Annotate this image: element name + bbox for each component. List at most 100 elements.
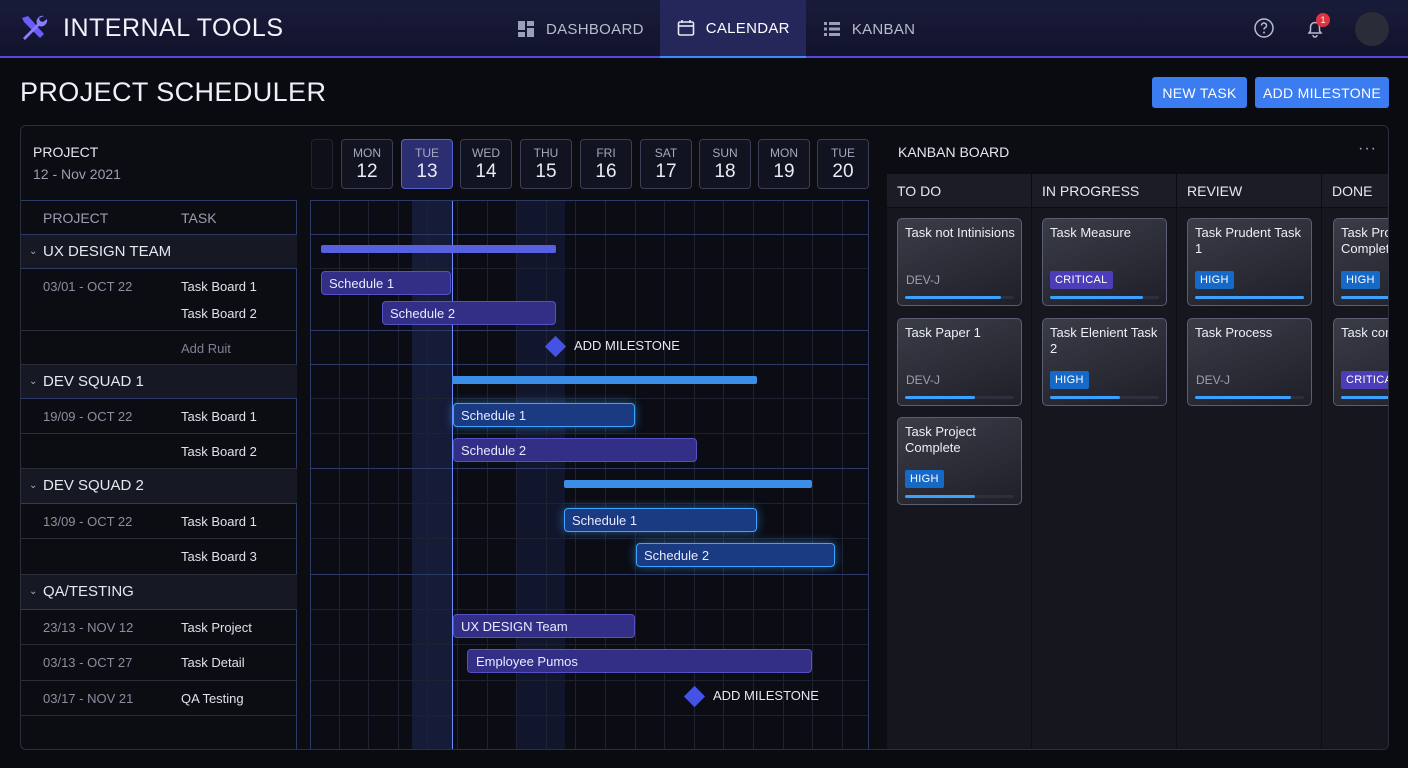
day-chip[interactable]: WED 14 (460, 139, 512, 189)
priority-badge: HIGH (1050, 371, 1089, 389)
new-task-button[interactable]: NEW TASK (1152, 77, 1247, 108)
day-chip[interactable]: TUE 20 (817, 139, 869, 189)
schedule-bar[interactable]: Employee Pumos (467, 649, 812, 673)
schedule-bar[interactable]: UX DESIGN Team (453, 614, 635, 638)
table-row[interactable]: Task Board 2 (21, 434, 297, 469)
gantt-chart: Schedule 1 Schedule 2 ADD MILESTONE Sche… (310, 200, 869, 749)
app-title: INTERNAL TOOLS (63, 14, 284, 42)
card-title: Task Project Complete (905, 424, 976, 455)
table-row[interactable]: 03/01 - OCT 22 Task Board 1 Task Board 2 (21, 269, 297, 331)
scheduler-panel: PROJECT 12 - Nov 2021 MON 12 TUE 13 WED 14 … (20, 125, 1389, 750)
kanban-column-todo: TO DO Task not Intinisions DEV-J Task Pap… (887, 174, 1031, 749)
card-title: Task con Task 3 (1341, 325, 1388, 340)
top-bar: INTERNAL TOOLS DASHBOARD CALENDAR KANBAN… (0, 0, 1408, 58)
kanban-card[interactable]: Task Elenient Task 2 HIGH (1042, 318, 1167, 406)
list-icon (823, 22, 840, 36)
milestone-diamond-icon[interactable] (683, 685, 706, 708)
progress-bar (1341, 396, 1388, 399)
table-row[interactable]: 13/09 - OCT 22 Task Board 1 (21, 504, 297, 539)
day-name: MON (353, 146, 381, 160)
tab-calendar-label: CALENDAR (705, 19, 790, 37)
table-row[interactable]: Task Board 3 (21, 539, 297, 575)
day-chip-today[interactable]: TUE 13 (401, 139, 453, 189)
kanban-card[interactable]: Task Process DEV-J (1187, 318, 1312, 406)
help-icon[interactable] (1253, 17, 1275, 39)
table-row[interactable]: 23/13 - NOV 12 Task Project (21, 610, 297, 645)
kanban-column-review: REVIEW Task Prudent Task 1 HIGH Task Proc… (1177, 174, 1321, 749)
kanban-card[interactable]: Task Measure CRITICAL (1042, 218, 1167, 306)
milestone-label[interactable]: ADD MILESTONE (713, 688, 819, 703)
schedule-bar[interactable]: Schedule 2 (453, 438, 697, 462)
priority-badge: HIGH (1341, 271, 1380, 289)
day-name: MON (770, 146, 798, 160)
day-chip[interactable]: SAT 17 (640, 139, 692, 189)
day-number: 14 (475, 161, 497, 182)
group-row[interactable]: ⌄ DEV SQUAD 2 (21, 469, 297, 504)
chevron-down-icon[interactable]: ⌄ (29, 246, 37, 257)
progress-bar (905, 495, 1014, 498)
schedule-bar[interactable]: Schedule 2 (382, 301, 556, 325)
column-title: IN PROGRESS (1032, 174, 1176, 208)
day-chip[interactable]: FRI 16 (580, 139, 632, 189)
day-number: 19 (773, 161, 795, 182)
group-summary-bracket (564, 480, 812, 488)
kanban-card[interactable]: Task Project Complete HIGH (1333, 218, 1388, 306)
task-table: PROJECT TASK ⌄ UX DESIGN TEAM 03/01 - OCT… (21, 200, 297, 749)
chevron-down-icon[interactable]: ⌄ (29, 480, 37, 491)
day-chip-previous[interactable] (311, 139, 333, 189)
day-name: SUN (712, 146, 738, 160)
day-chip[interactable]: THU 15 (520, 139, 572, 189)
kanban-column-done: DONE Task Project Complete HIGH Task con … (1322, 174, 1388, 749)
page-title: PROJECT SCHEDULER (20, 77, 327, 107)
progress-bar (1195, 396, 1304, 399)
tools-logo-icon (22, 15, 48, 41)
schedule-bar[interactable]: Schedule 2 (636, 543, 835, 567)
group-row[interactable]: ⌄ UX DESIGN TEAM (21, 235, 297, 269)
day-name: TUE (415, 146, 439, 160)
schedule-bar[interactable]: Schedule 1 (453, 403, 635, 427)
card-assignee: DEV-J (906, 373, 941, 387)
day-number: 20 (832, 161, 854, 182)
tab-kanban[interactable]: KANBAN (806, 0, 932, 58)
chevron-down-icon[interactable]: ⌄ (29, 586, 37, 597)
table-row[interactable]: 19/09 - OCT 22 Task Board 1 (21, 399, 297, 434)
day-chip[interactable]: SUN 18 (699, 139, 751, 189)
tab-dashboard[interactable]: DASHBOARD (500, 0, 660, 58)
more-options-icon[interactable]: ··· (1358, 140, 1377, 158)
kanban-column-in-progress: IN PROGRESS Task Measure CRITICAL Task El… (1032, 174, 1176, 749)
current-time-line (452, 201, 453, 749)
kanban-card[interactable]: Task not Intinisions DEV-J (897, 218, 1022, 306)
kanban-card[interactable]: Task Project Complete HIGH (897, 417, 1022, 505)
column-title: TO DO (887, 174, 1031, 208)
day-chip[interactable]: MON 19 (758, 139, 810, 189)
card-title: Task Prudent Task 1 (1195, 225, 1301, 256)
kanban-card[interactable]: Task Paper 1 DEV-J (897, 318, 1022, 406)
group-summary-bracket (452, 376, 757, 384)
tab-dashboard-label: DASHBOARD (546, 20, 644, 38)
table-row[interactable]: 03/13 - OCT 27 Task Detail (21, 645, 297, 681)
avatar[interactable] (1355, 12, 1389, 46)
chevron-down-icon[interactable]: ⌄ (29, 376, 37, 387)
day-chip[interactable]: MON 12 (341, 139, 393, 189)
kanban-card[interactable]: Task con Task 3 CRITICAL (1333, 318, 1388, 406)
group-row[interactable]: ⌄ DEV SQUAD 1 (21, 365, 297, 399)
schedule-bar[interactable]: Schedule 1 (321, 271, 451, 295)
group-row[interactable]: ⌄ QA/TESTING (21, 575, 297, 610)
group-summary-bracket (321, 245, 556, 253)
priority-badge: CRITICAL (1341, 371, 1388, 389)
kanban-card[interactable]: Task Prudent Task 1 HIGH (1187, 218, 1312, 306)
milestone-label[interactable]: ADD MILESTONE (574, 338, 680, 353)
progress-bar (1195, 296, 1304, 299)
day-number: 15 (535, 161, 557, 182)
tab-calendar[interactable]: CALENDAR (659, 0, 806, 58)
day-name: TUE (831, 146, 855, 160)
schedule-bar[interactable]: Schedule 1 (564, 508, 757, 532)
table-row[interactable]: 03/17 - NOV 21 QA Testing (21, 681, 297, 716)
add-milestone-button[interactable]: ADD MILESTONE (1255, 77, 1389, 108)
table-row[interactable]: Add Ruit (21, 331, 297, 365)
day-name: WED (472, 146, 500, 160)
progress-bar (1341, 296, 1388, 299)
priority-badge: CRITICAL (1050, 271, 1113, 289)
project-range: 12 - Nov 2021 (33, 166, 121, 182)
add-row-link[interactable]: Add Ruit (181, 341, 231, 356)
